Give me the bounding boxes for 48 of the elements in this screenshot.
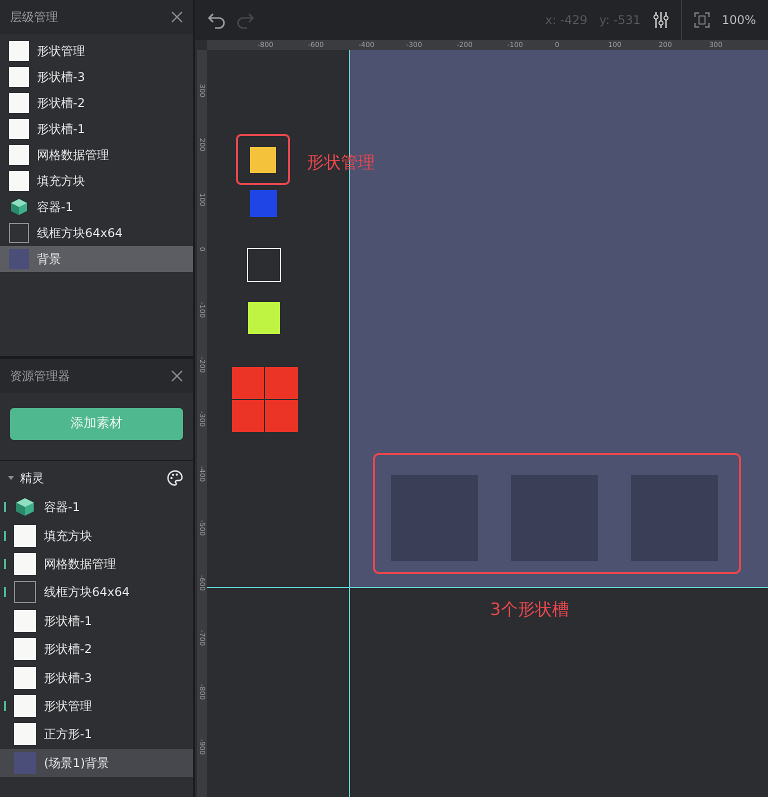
layer-item[interactable]: 填充方块 (0, 168, 193, 194)
close-icon[interactable] (171, 370, 183, 382)
sprite-thumbnail (14, 552, 36, 575)
layer-item[interactable]: 形状管理 (0, 38, 193, 64)
asset-item[interactable]: 形状管理 (0, 692, 193, 720)
cube-icon (9, 197, 29, 217)
sprite-thumbnail (9, 93, 29, 113)
palette-icon[interactable] (167, 470, 183, 486)
layer-item[interactable]: 背景 (0, 246, 193, 272)
asset-item[interactable]: 形状槽-3 (0, 663, 193, 692)
annotation-label: 3个形状槽 (490, 599, 569, 622)
layer-item[interactable]: 形状槽-2 (0, 90, 193, 116)
sprite-thumbnail (9, 41, 29, 61)
sprite-thumbnail (14, 723, 36, 746)
cube-icon (14, 496, 36, 518)
background-thumbnail (14, 752, 36, 774)
outline-square-thumbnail (14, 581, 36, 604)
asset-item[interactable]: 网格数据管理 (0, 550, 193, 578)
panel-title: 层级管理 (10, 9, 58, 26)
panel-title: 资源管理器 (10, 368, 70, 385)
layer-item[interactable]: 网格数据管理 (0, 142, 193, 168)
layer-item[interactable]: 容器-1 (0, 194, 193, 220)
sprite-thumbnail (14, 638, 36, 660)
asset-item[interactable]: 线框方块64x64 (0, 578, 193, 607)
sprite-thumbnail (9, 119, 29, 139)
sprite-thumbnail (14, 610, 36, 632)
sprite-thumbnail (9, 171, 29, 191)
layer-item[interactable]: 线框方块64x64 (0, 220, 193, 246)
asset-item[interactable]: 容器-1 (0, 493, 193, 522)
highlight-box (236, 134, 290, 185)
sprite-thumbnail (14, 524, 36, 547)
layer-item[interactable]: 形状槽-3 (0, 64, 193, 90)
sprite-thumbnail (14, 666, 36, 689)
sliders-icon[interactable] (652, 11, 669, 29)
layer-item[interactable]: 形状槽-1 (0, 116, 193, 142)
sprite-thumbnail (9, 145, 29, 165)
asset-item[interactable]: 正方形-1 (0, 720, 193, 749)
zoom-level: 100% (722, 12, 756, 29)
asset-item[interactable]: 填充方块 (0, 521, 193, 550)
fit-screen-icon[interactable] (694, 12, 710, 28)
asset-item[interactable]: (场景1)背景 (0, 748, 193, 777)
sprite-thumbnail (14, 694, 36, 717)
close-icon[interactable] (171, 11, 183, 23)
asset-item[interactable]: 形状槽-1 (0, 606, 193, 635)
group-header[interactable]: 精灵 (8, 469, 44, 487)
sprite-thumbnail (9, 67, 29, 87)
outline-square-thumbnail (9, 223, 29, 243)
asset-item[interactable]: 形状槽-2 (0, 634, 193, 664)
